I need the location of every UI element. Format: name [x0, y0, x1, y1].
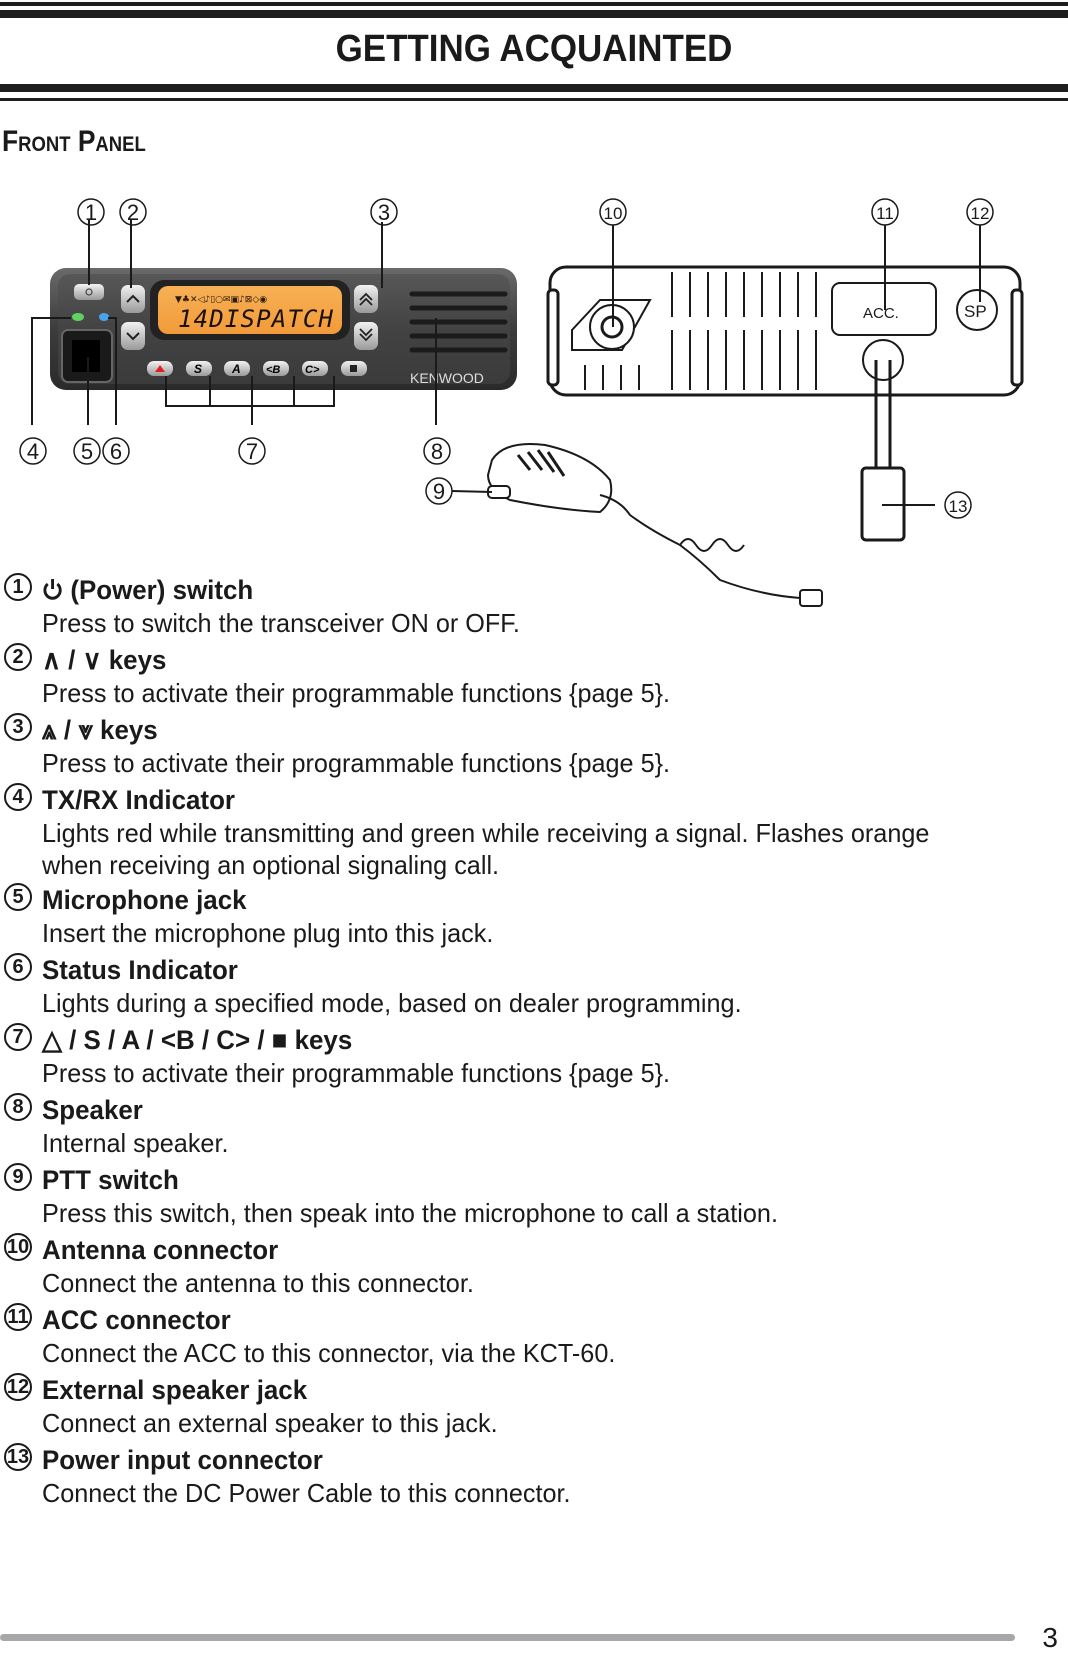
item-number: 4 — [4, 783, 32, 811]
item-description: Internal speaker. — [42, 1128, 229, 1158]
leader-9 — [451, 490, 493, 493]
power-button — [74, 284, 104, 300]
item-heading: ⩓ / ⩔ keys — [42, 715, 158, 745]
svg-text:8: 8 — [431, 439, 443, 464]
item-heading: TX/RX Indicator — [42, 785, 235, 815]
item-description: Press to activate their programmable fun… — [42, 1058, 671, 1088]
callout-10: 10 — [599, 198, 627, 226]
top-rule-1 — [0, 2, 1068, 6]
item-description: Connect an external speaker to this jack… — [42, 1408, 498, 1438]
sp-label: SP — [964, 302, 987, 321]
footer-bar — [0, 1634, 1015, 1641]
callout-7: 7 — [238, 437, 266, 465]
item-heading: PTT switch — [42, 1165, 179, 1195]
microphone — [486, 443, 823, 607]
top-rule-2 — [0, 10, 1068, 18]
item-heading: Speaker — [42, 1095, 143, 1125]
acc-label: ACC. — [863, 305, 899, 322]
item-number: 9 — [4, 1163, 32, 1191]
item-heading: Status Indicator — [42, 955, 238, 985]
item-description: Insert the microphone plug into this jac… — [42, 918, 494, 948]
svg-text:5: 5 — [81, 439, 93, 464]
item-heading: External speaker jack — [42, 1375, 308, 1405]
title-rule-2 — [0, 98, 1068, 101]
item-number: 2 — [4, 643, 32, 671]
txrx-led — [72, 313, 84, 321]
svg-text:6: 6 — [110, 439, 122, 464]
callout-1: 1 — [77, 198, 105, 226]
item-heading-text: (Power) switch — [70, 575, 254, 605]
svg-text:11: 11 — [876, 204, 894, 223]
key-b-label: <B — [266, 364, 280, 376]
key-a-label: A — [231, 362, 241, 376]
item-number: 11 — [4, 1303, 32, 1331]
page-number: 3 — [1042, 1622, 1058, 1653]
item-description: Press to activate their programmable fun… — [42, 678, 671, 708]
brand-logo: KENWOOD — [410, 370, 484, 386]
key-s-label: S — [194, 362, 202, 376]
item-description: Connect the ACC to this connector, via t… — [42, 1338, 616, 1368]
callout-12: 12 — [966, 198, 994, 226]
up-key — [121, 285, 145, 313]
section-title: Front Panel — [2, 125, 146, 158]
svg-text:1: 1 — [85, 200, 97, 225]
item-number: 7 — [4, 1023, 32, 1051]
callout-3: 3 — [370, 198, 398, 226]
radio-front: ▼♣✕◁♪▯○✉▣♪⊠◇◉ 14DISPATCH KENWOOD S A <B … — [50, 268, 517, 390]
callout-8: 8 — [423, 437, 451, 465]
lcd-text: 14DISPATCH — [178, 305, 334, 333]
callout-11: 11 — [871, 198, 899, 226]
down-key — [121, 322, 145, 350]
svg-text:12: 12 — [971, 204, 990, 223]
svg-text:2: 2 — [127, 200, 139, 225]
key-c-label: C> — [305, 364, 320, 376]
item-number: 13 — [4, 1443, 32, 1471]
callout-5: 5 — [73, 437, 101, 465]
item-number: 10 — [4, 1233, 32, 1261]
callout-6: 6 — [102, 437, 130, 465]
item-heading: (Power) switch — [42, 575, 253, 606]
item-number: 12 — [4, 1373, 32, 1401]
stop-square-icon — [350, 365, 357, 372]
item-heading: Power input connector — [42, 1445, 323, 1475]
item-number: 3 — [4, 713, 32, 741]
item-description: Press to switch the transceiver ON or OF… — [42, 608, 520, 638]
title-rule-1 — [0, 84, 1068, 92]
item-heading: △ / S / A / <B / C> / ■ keys — [42, 1025, 353, 1055]
svg-text:7: 7 — [246, 439, 258, 464]
item-heading: Microphone jack — [42, 885, 247, 915]
svg-text:3: 3 — [378, 200, 390, 225]
svg-text:4: 4 — [27, 439, 39, 464]
svg-text:10: 10 — [604, 204, 623, 223]
callout-2: 2 — [119, 198, 147, 226]
item-number: 6 — [4, 953, 32, 981]
item-heading: ACC connector — [42, 1305, 231, 1335]
item-number: 5 — [4, 883, 32, 911]
item-description: Press this switch, then speak into the m… — [42, 1198, 778, 1228]
power-icon — [43, 579, 62, 600]
item-description: Connect the antenna to this connector. — [42, 1268, 474, 1298]
item-description: Lights during a specified mode, based on… — [42, 988, 742, 1018]
item-description: Connect the DC Power Cable to this conne… — [42, 1478, 571, 1508]
item-heading: Antenna connector — [42, 1235, 279, 1265]
item-heading: ∧ / ∨ keys — [42, 645, 167, 675]
front-panel-figure: ▼♣✕◁♪▯○✉▣♪⊠◇◉ 14DISPATCH KENWOOD S A <B … — [19, 198, 1024, 607]
callout-4: 4 — [19, 437, 47, 465]
page-title: GETTING ACQUAINTED — [335, 28, 733, 70]
svg-text:▼♣✕◁♪▯○✉▣♪⊠◇◉: ▼♣✕◁♪▯○✉▣♪⊠◇◉ — [175, 295, 267, 305]
item-description: Press to activate their programmable fun… — [42, 748, 671, 778]
svg-text:9: 9 — [433, 479, 445, 504]
status-led — [99, 313, 109, 321]
item-description: Lights red while transmitting and green … — [42, 818, 930, 880]
callout-9: 9 — [425, 477, 453, 505]
svg-text:13: 13 — [949, 497, 968, 516]
item-number: 8 — [4, 1093, 32, 1121]
callout-13: 13 — [944, 491, 972, 519]
item-number: 1 — [4, 573, 32, 601]
